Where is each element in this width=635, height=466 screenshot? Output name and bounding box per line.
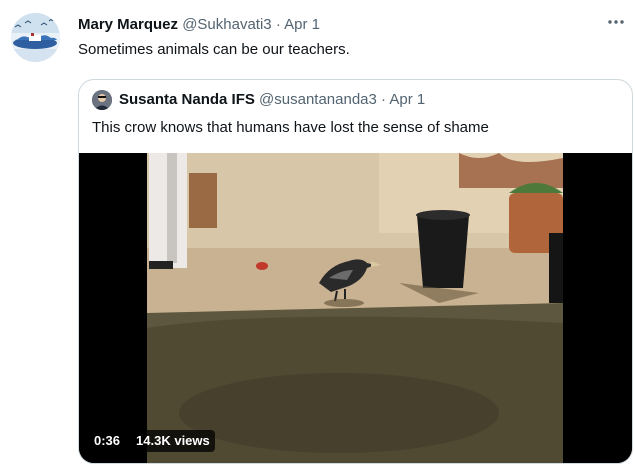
video-views: 14.3K views <box>131 430 215 452</box>
tweet-header: Mary Marquez @Sukhavati3 · Apr 1 <box>78 15 618 35</box>
quote-header: Susanta Nanda IFS @susantananda3 · Apr 1 <box>119 90 425 110</box>
quote-text: This crow knows that humans have lost th… <box>92 119 489 136</box>
profile-avatar-icon <box>92 90 112 110</box>
tweet-date[interactable]: Apr 1 <box>284 16 320 33</box>
video-duration: 0:36 <box>89 430 126 452</box>
quote-date[interactable]: Apr 1 <box>389 91 425 108</box>
more-options-button[interactable] <box>604 10 628 34</box>
author-handle[interactable]: @Sukhavati3 <box>182 16 271 33</box>
video-player[interactable]: 0:36 14.3K views <box>79 153 632 463</box>
author-name[interactable]: Mary Marquez <box>78 16 178 33</box>
landscape-avatar-icon <box>11 13 60 62</box>
video-info-overlay: 0:36 14.3K views <box>89 429 215 453</box>
quote-author-name[interactable]: Susanta Nanda IFS <box>119 91 255 108</box>
quote-separator: · <box>381 91 387 108</box>
tweet-text: Sometimes animals can be our teachers. <box>78 41 350 58</box>
author-avatar[interactable] <box>11 13 60 62</box>
quote-author-handle[interactable]: @susantananda3 <box>259 91 377 108</box>
more-options-icon <box>608 20 624 24</box>
separator: · <box>275 16 281 33</box>
video-frame <box>79 153 632 463</box>
quote-author-avatar[interactable] <box>92 90 112 110</box>
quoted-tweet[interactable]: Susanta Nanda IFS @susantananda3 · Apr 1… <box>78 79 633 464</box>
